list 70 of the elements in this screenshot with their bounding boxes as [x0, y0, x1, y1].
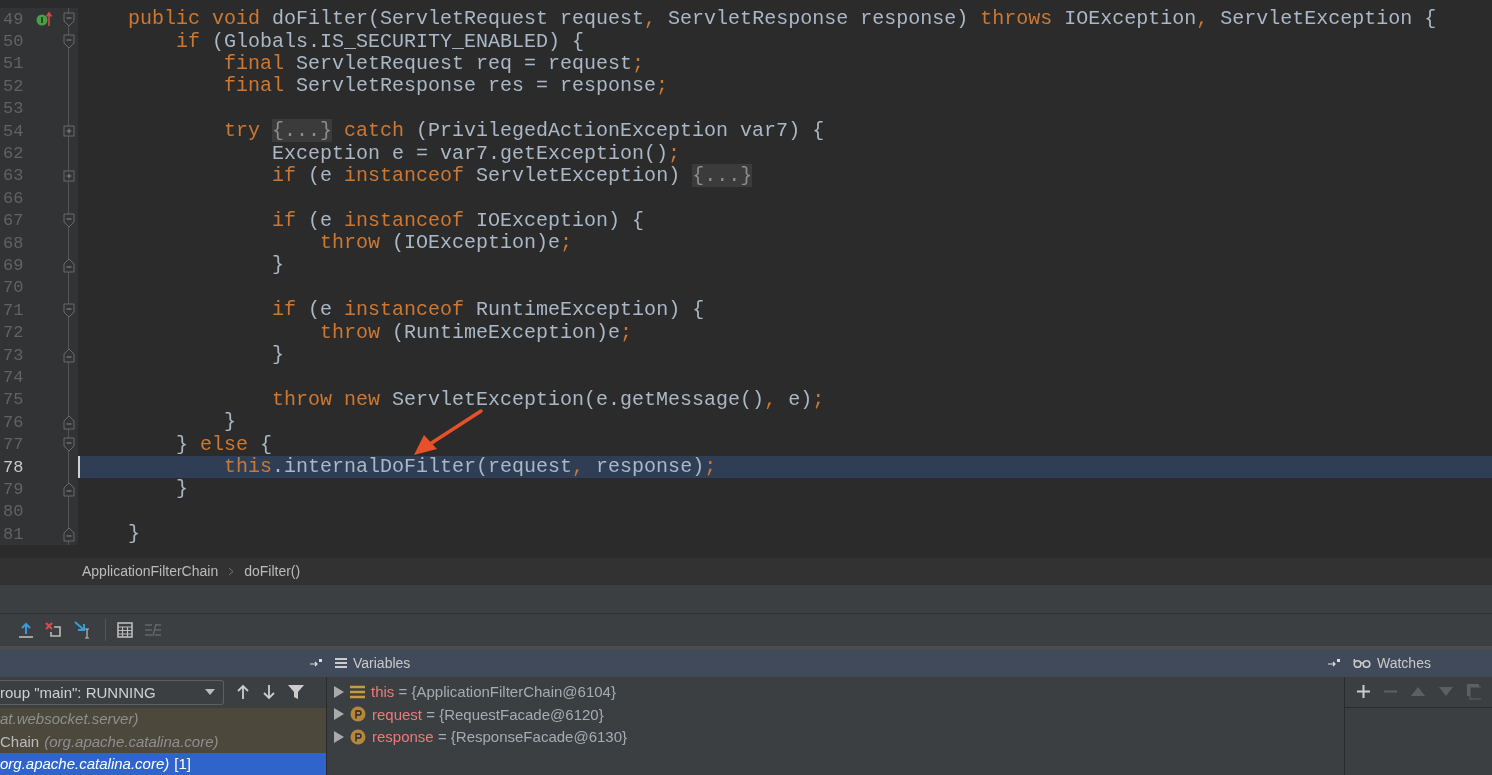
stack-frame[interactable]: org.apache.catalina.core) [1] — [0, 752, 326, 775]
code-line: this.internalDoFilter(request, response); — [78, 456, 1492, 478]
thread-dropdown[interactable]: roup "main": RUNNING — [0, 679, 224, 705]
variable-text: request = {RequestFacade@6120} — [372, 705, 604, 723]
caret-icon — [205, 689, 215, 695]
fold-collapse-icon[interactable] — [63, 526, 75, 542]
fold-collapse-icon[interactable] — [63, 414, 75, 430]
variable-text: this = {ApplicationFilterChain@6104} — [371, 683, 616, 701]
triangle-right-icon[interactable] — [333, 730, 344, 743]
stack-frame[interactable]: at.websocket.server) — [0, 707, 326, 730]
panel-title[interactable]: Variables — [353, 655, 411, 671]
breadcrumb[interactable]: doFilter() — [244, 563, 301, 580]
fold-collapse-icon[interactable] — [63, 302, 75, 318]
triangle-down-icon[interactable] — [1439, 687, 1453, 696]
parameter-icon — [350, 706, 366, 723]
calculator-icon[interactable] — [117, 621, 133, 638]
list-lines-icon[interactable] — [144, 622, 162, 637]
upload-arrow-icon[interactable] — [18, 621, 34, 638]
parameter-icon — [350, 728, 366, 745]
code-line: final ServletResponse res = response; — [223, 75, 670, 98]
breadcrumb[interactable]: ApplicationFilterChain — [82, 563, 219, 580]
filter-icon[interactable] — [288, 684, 304, 700]
panel-title[interactable]: Watches — [1377, 655, 1431, 671]
variable-text: response = {ResponseFacade@6130} — [372, 728, 627, 746]
code-line: if (e instanceof ServletException) {...} — [271, 164, 754, 187]
fold-collapse-icon[interactable] — [63, 481, 75, 497]
code-line: if (Globals.IS_SECURITY_ENABLED) { — [175, 30, 586, 53]
variable-row[interactable]: request = {RequestFacade@6120} — [327, 703, 1344, 726]
code-line: throw (RuntimeException)e; — [319, 321, 634, 344]
variable-row[interactable]: response = {ResponseFacade@6130} — [327, 725, 1344, 748]
copy-icon[interactable] — [1467, 683, 1481, 700]
code-line: } — [271, 344, 286, 367]
code-line: if (e instanceof RuntimeException) { — [271, 299, 706, 322]
field-stack-icon — [350, 684, 365, 699]
code-line: throw (IOException)e; — [319, 232, 574, 255]
code-line: } — [271, 254, 286, 277]
list-icon — [335, 657, 347, 669]
variable-row[interactable]: this = {ApplicationFilterChain@6104} — [327, 680, 1344, 703]
line-number: 78 — [2, 457, 25, 477]
code-line: final ServletRequest req = request; — [223, 52, 646, 75]
fold-expand-icon[interactable] — [63, 125, 75, 138]
triangle-right-icon[interactable] — [333, 685, 344, 698]
pin-arrow-icon[interactable] — [309, 658, 323, 668]
code-line: if (e instanceof IOException) { — [271, 209, 646, 232]
arrow-down-icon[interactable] — [262, 684, 276, 700]
fold-collapse-icon[interactable] — [63, 258, 75, 273]
chevron-icon — [228, 566, 235, 576]
code-line: } — [175, 478, 190, 501]
code-line: Exception e = var7.getException(); — [271, 142, 682, 165]
code-line: } else { — [175, 433, 274, 456]
code-line: try {...} catch (PrivilegedActionException var7) { — [223, 120, 826, 143]
cross-box-icon[interactable] — [45, 621, 63, 638]
arrow-up-icon[interactable] — [236, 684, 250, 700]
code-line: throw new ServletException(e.getMessage(), e); — [271, 388, 826, 411]
triangle-right-icon[interactable] — [333, 708, 344, 721]
code-line: } — [223, 411, 238, 434]
fold-collapse-icon[interactable] — [63, 11, 75, 27]
fold-collapse-icon[interactable] — [63, 34, 75, 50]
triangle-up-icon[interactable] — [1411, 687, 1425, 696]
plus-icon[interactable] — [1357, 685, 1370, 698]
code-line: public void doFilter(ServletRequest request, ServletResponse response) throws IOException, ServletException { — [127, 8, 1438, 31]
glasses-icon — [1353, 658, 1371, 668]
fold-collapse-icon[interactable] — [63, 437, 75, 453]
fold-collapse-icon[interactable] — [63, 347, 75, 363]
fold-expand-icon[interactable] — [63, 169, 75, 182]
code-line: } — [127, 523, 141, 546]
pin-arrow-icon[interactable] — [1327, 658, 1341, 668]
fold-collapse-icon[interactable] — [63, 213, 75, 229]
implements-icon[interactable] — [36, 11, 54, 28]
stack-frame[interactable]: Chain (org.apache.catalina.core) — [0, 730, 326, 753]
